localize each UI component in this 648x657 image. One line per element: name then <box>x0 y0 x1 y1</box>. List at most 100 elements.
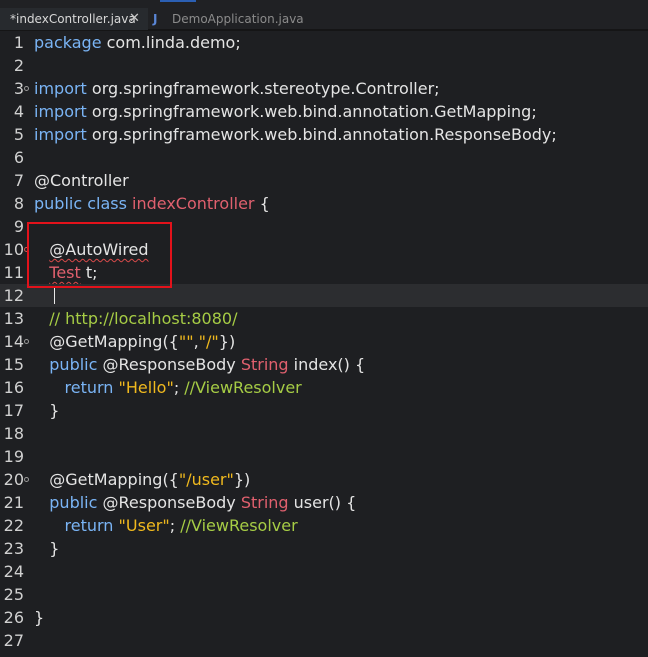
line-number: 19 <box>3 447 24 466</box>
tab-index-controller[interactable]: *indexController.java ✕ <box>0 8 148 30</box>
code-line[interactable]: 18 <box>0 422 648 445</box>
fold-marker-icon[interactable] <box>24 477 29 482</box>
code-text: return "Hello"; //ViewResolver <box>34 376 302 399</box>
code-text: @GetMapping({"","/"}) <box>34 330 235 353</box>
code-line[interactable]: 4 import org.springframework.web.bind.ann… <box>0 100 648 123</box>
code-text: import org.springframework.web.bind.anno… <box>34 123 557 146</box>
fold-marker-icon[interactable] <box>24 86 29 91</box>
code-line[interactable]: 8 public class indexController { <box>0 192 648 215</box>
line-number: 26 <box>3 608 24 627</box>
code-token: return <box>64 516 114 535</box>
line-number: 20 <box>3 470 24 489</box>
java-file-icon: J <box>153 12 158 26</box>
code-token: @GetMapping({ <box>34 332 179 351</box>
code-token: "/" <box>198 332 219 351</box>
code-token: //ViewResolver <box>180 516 298 535</box>
code-text: package com.linda.demo; <box>34 31 241 54</box>
fold-marker-icon[interactable] <box>24 339 29 344</box>
code-token: } <box>34 401 60 420</box>
code-token: package <box>34 33 102 52</box>
code-token: import <box>34 79 87 98</box>
code-token: public <box>49 355 98 374</box>
code-token: // http://localhost:8080/ <box>49 309 238 328</box>
line-number: 21 <box>3 493 24 512</box>
code-editor[interactable]: 1 package com.linda.demo; 2 3 import org.spr… <box>0 31 648 657</box>
code-text: } <box>34 399 59 422</box>
code-line[interactable]: 26} <box>0 606 648 629</box>
code-token: String <box>240 493 289 512</box>
code-token: String <box>240 355 289 374</box>
line-number: 4 <box>13 102 24 121</box>
code-text: // http://localhost:8080/ <box>34 307 237 330</box>
code-token: org.springframework.stereotype.Controlle… <box>86 79 440 98</box>
line-number: 9 <box>13 217 24 236</box>
line-number: 17 <box>3 401 24 420</box>
code-token: @GetMapping({ <box>34 470 179 489</box>
code-line[interactable]: 27 <box>0 629 648 652</box>
code-line[interactable]: 3 import org.springframework.stereotype.C… <box>0 77 648 100</box>
code-line[interactable]: 17 } <box>0 399 648 422</box>
line-number: 8 <box>13 194 24 213</box>
line-number: 18 <box>3 424 24 443</box>
line-number: 15 <box>3 355 24 374</box>
close-x-icon[interactable]: ✕ <box>129 8 140 30</box>
code-line[interactable]: 24 <box>0 560 648 583</box>
code-token: public <box>49 493 98 512</box>
code-token: }) <box>233 470 251 489</box>
code-line[interactable]: 13 // http://localhost:8080/ <box>0 307 648 330</box>
code-token: ; <box>173 378 185 397</box>
line-number: 5 <box>13 125 24 144</box>
tab-demo-application[interactable]: J DemoApplication.java <box>150 8 310 30</box>
code-text: import org.springframework.stereotype.Co… <box>34 77 440 100</box>
code-text: import org.springframework.web.bind.anno… <box>34 100 537 123</box>
code-text: } <box>34 537 59 560</box>
code-line[interactable]: 20 @GetMapping({"/user"}) <box>0 468 648 491</box>
code-token: "Hello" <box>118 378 174 397</box>
code-token: @Controller <box>34 171 129 190</box>
code-text: return "User"; //ViewResolver <box>34 514 298 537</box>
code-token: } <box>34 608 45 627</box>
code-token: ; <box>169 516 181 535</box>
code-line[interactable]: 23 } <box>0 537 648 560</box>
code-line[interactable]: 14 @GetMapping({"","/"}) <box>0 330 648 353</box>
code-token: org.springframework.web.bind.annotation.… <box>86 102 537 121</box>
code-line[interactable]: 25 <box>0 583 648 606</box>
code-line[interactable]: 1 package com.linda.demo; <box>0 31 648 54</box>
code-token: } <box>34 539 60 558</box>
code-text: public class indexController { <box>34 192 270 215</box>
code-line[interactable]: 16 return "Hello"; //ViewResolver <box>0 376 648 399</box>
line-number: 22 <box>3 516 24 535</box>
text-caret <box>54 287 55 304</box>
code-token: }) <box>218 332 236 351</box>
editor-tab-bar: *indexController.java ✕ J DemoApplicatio… <box>0 0 648 31</box>
code-token: "User" <box>118 516 170 535</box>
line-number: 11 <box>3 263 24 282</box>
code-token: "/user" <box>178 470 234 489</box>
code-line[interactable]: 21 public @ResponseBody String user() { <box>0 491 648 514</box>
code-line[interactable]: 5 import org.springframework.web.bind.ann… <box>0 123 648 146</box>
code-token: "" <box>178 332 194 351</box>
code-token: import <box>34 102 87 121</box>
code-line[interactable]: 6 <box>0 146 648 169</box>
red-highlight-box <box>27 222 172 288</box>
code-line[interactable]: 2 <box>0 54 648 77</box>
line-number: 1 <box>13 33 24 52</box>
code-line[interactable]: 7 @Controller <box>0 169 648 192</box>
code-line[interactable]: 19 <box>0 445 648 468</box>
code-token: org.springframework.web.bind.annotation.… <box>86 125 557 144</box>
code-token: public class <box>34 194 133 213</box>
code-text: } <box>34 606 44 629</box>
line-number: 16 <box>3 378 24 397</box>
tab-label: *indexController.java <box>10 12 136 26</box>
code-token: com.linda.demo; <box>101 33 241 52</box>
line-number: 12 <box>3 286 24 305</box>
code-text: @Controller <box>34 169 129 192</box>
line-number: 10 <box>3 240 24 259</box>
line-number: 24 <box>3 562 24 581</box>
tab-label: DemoApplication.java <box>172 12 304 26</box>
code-line[interactable]: 22 return "User"; //ViewResolver <box>0 514 648 537</box>
code-line[interactable]: 15 public @ResponseBody String index() { <box>0 353 648 376</box>
